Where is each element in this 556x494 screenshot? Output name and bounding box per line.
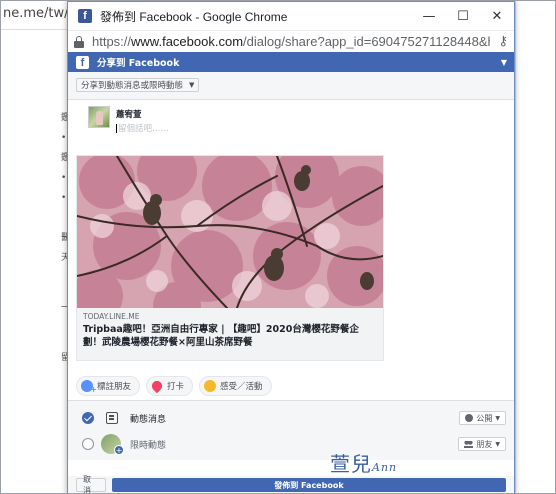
post-composer: 蕭宥萱 留個話吧…… TODAY.LINE.ME Tripbaa趣吧！亞洲自由行… xyxy=(68,100,514,372)
story-checkbox[interactable] xyxy=(82,438,94,450)
facebook-favicon-icon: f xyxy=(78,9,92,23)
url-path: /dialog/share?app_id=690475271128448&h..… xyxy=(243,34,490,49)
chevron-down-icon[interactable]: ▼ xyxy=(494,58,514,67)
user-name: 蕭宥萱 xyxy=(116,110,142,120)
location-pin-icon xyxy=(149,378,165,394)
caret-down-icon: ▼ xyxy=(495,414,500,422)
window-title: 發佈到 Facebook - Google Chrome xyxy=(100,9,288,24)
cherry-blossom-monkeys-image xyxy=(77,156,383,308)
compose-input[interactable]: 留個話吧…… xyxy=(116,122,169,134)
screen: ne.me/tw/pc/ar 鑑 • 鑑 • • 醫 天 一 留 f 發佈到 F… xyxy=(0,0,556,494)
dialog-title: 分享到 Facebook xyxy=(97,58,180,69)
share-destination-bar: 分享到動態消息或限時動態 ▼ xyxy=(68,72,514,100)
plus-icon: + xyxy=(114,445,124,455)
smiley-icon xyxy=(204,380,217,392)
text-cursor xyxy=(116,124,117,133)
key-icon[interactable]: ⚷ xyxy=(490,34,508,49)
avatar xyxy=(88,106,110,128)
link-preview-card[interactable]: TODAY.LINE.ME Tripbaa趣吧！亞洲自由行專家 | 【趣吧】20… xyxy=(76,155,384,361)
newsfeed-icon xyxy=(106,412,118,424)
url-host: www.facebook.com xyxy=(131,34,244,49)
newsfeed-label: 動態消息 xyxy=(130,414,167,425)
tag-friends-label: 標註朋友 xyxy=(97,382,132,392)
story-audience-label: 朋友 xyxy=(476,439,493,449)
address-bar[interactable]: https://www.facebook.com/dialog/share?ap… xyxy=(68,30,514,52)
post-actions-bar: 標註朋友 打卡 感受／活動 xyxy=(68,372,514,400)
chrome-popup-window: f 發佈到 Facebook - Google Chrome — ☐ ✕ htt… xyxy=(67,1,515,493)
newsfeed-target-row[interactable]: 動態消息 公開 ▼ xyxy=(68,405,514,431)
link-domain: TODAY.LINE.ME xyxy=(83,312,140,321)
watermark: 萱兒Ann xyxy=(330,448,397,477)
minimize-button[interactable]: — xyxy=(412,2,446,30)
caret-down-icon: ▼ xyxy=(189,81,195,89)
feeling-activity-button[interactable]: 感受／活動 xyxy=(199,376,272,396)
story-target-row[interactable]: + 限時動態 朋友 ▼ xyxy=(68,431,514,457)
watermark-signature: Ann xyxy=(372,461,398,474)
cancel-button[interactable]: 取消 xyxy=(76,475,106,493)
check-in-label: 打卡 xyxy=(167,382,185,392)
feeling-activity-label: 感受／活動 xyxy=(220,382,263,392)
compose-placeholder: 留個話吧…… xyxy=(118,124,170,134)
dialog-footer: 取消 發佈到 Facebook xyxy=(68,475,514,493)
story-label: 限時動態 xyxy=(130,440,167,451)
story-audience-dropdown[interactable]: 朋友 ▼ xyxy=(458,437,506,451)
background-page-right-edge xyxy=(515,1,555,493)
check-in-button[interactable]: 打卡 xyxy=(146,376,194,396)
link-title: Tripbaa趣吧！亞洲自由行專家 | 【趣吧】2020台灣櫻花野餐企劃！武陵農… xyxy=(83,324,359,348)
newsfeed-audience-label: 公開 xyxy=(476,413,493,423)
tag-friends-icon xyxy=(81,380,97,394)
watermark-text: 萱兒 xyxy=(330,452,372,476)
share-destination-dropdown[interactable]: 分享到動態消息或限時動態 ▼ xyxy=(76,78,200,92)
newsfeed-audience-dropdown[interactable]: 公開 ▼ xyxy=(459,411,506,425)
newsfeed-checkbox[interactable] xyxy=(82,412,94,424)
facebook-dialog-header: f 分享到 Facebook ▼ xyxy=(68,52,514,72)
window-titlebar[interactable]: f 發佈到 Facebook - Google Chrome — ☐ ✕ xyxy=(68,2,514,30)
caret-down-icon: ▼ xyxy=(495,440,500,448)
maximize-button[interactable]: ☐ xyxy=(446,2,480,30)
post-targets: 動態消息 公開 ▼ + 限時動態 朋友 ▼ 萱兒Ann xyxy=(68,400,514,476)
close-button[interactable]: ✕ xyxy=(480,2,514,30)
tag-friends-button[interactable]: 標註朋友 xyxy=(76,376,141,396)
url-text[interactable]: https://www.facebook.com/dialog/share?ap… xyxy=(92,34,490,49)
facebook-logo-icon: f xyxy=(76,55,89,69)
friends-icon xyxy=(464,440,474,448)
preview-image xyxy=(77,156,383,308)
post-to-facebook-button[interactable]: 發佈到 Facebook xyxy=(111,478,506,492)
url-scheme: https:// xyxy=(92,34,132,49)
share-destination-label: 分享到動態消息或限時動態 xyxy=(81,81,184,91)
globe-icon xyxy=(465,414,474,422)
lock-icon[interactable] xyxy=(74,35,84,48)
